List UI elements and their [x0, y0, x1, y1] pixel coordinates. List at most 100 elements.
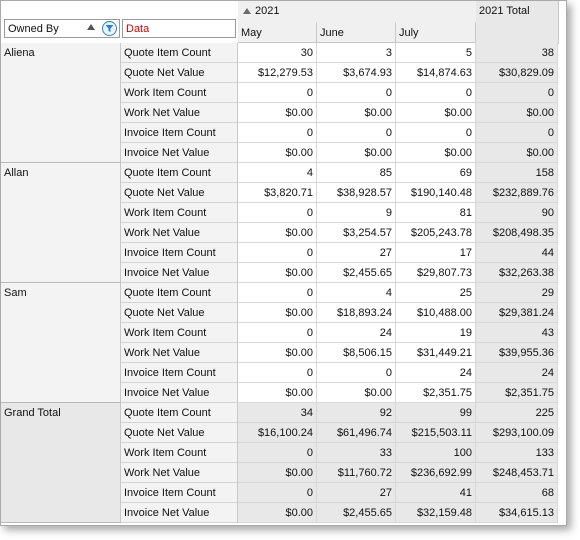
value-cell[interactable]: $0.00	[396, 103, 476, 123]
value-cell[interactable]: $29,807.73	[396, 263, 476, 283]
total-cell[interactable]: 44	[476, 243, 558, 263]
value-cell[interactable]: $2,455.65	[317, 263, 396, 283]
month-header-july[interactable]: July	[396, 22, 476, 43]
value-cell[interactable]: 0	[317, 123, 396, 143]
value-cell[interactable]: 0	[238, 123, 317, 143]
value-cell[interactable]: 92	[317, 403, 396, 423]
value-cell[interactable]: 0	[238, 83, 317, 103]
owner-row-header[interactable]: Sam	[1, 283, 121, 403]
value-cell[interactable]: 0	[238, 363, 317, 383]
value-cell[interactable]: $0.00	[317, 143, 396, 163]
value-cell[interactable]: $0.00	[238, 263, 317, 283]
value-cell[interactable]: 3	[317, 43, 396, 63]
total-cell[interactable]: $34,615.13	[476, 503, 558, 523]
value-cell[interactable]: $2,351.75	[396, 383, 476, 403]
total-cell[interactable]: $32,263.38	[476, 263, 558, 283]
total-cell[interactable]: 29	[476, 283, 558, 303]
value-cell[interactable]: 0	[238, 203, 317, 223]
owner-row-header[interactable]: Allan	[1, 163, 121, 283]
value-cell[interactable]: $11,760.72	[317, 463, 396, 483]
value-cell[interactable]: $0.00	[238, 343, 317, 363]
value-cell[interactable]: 85	[317, 163, 396, 183]
value-cell[interactable]: $0.00	[238, 303, 317, 323]
value-cell[interactable]: $0.00	[317, 383, 396, 403]
value-cell[interactable]: $10,488.00	[396, 303, 476, 323]
value-cell[interactable]: 0	[238, 483, 317, 503]
value-cell[interactable]: $236,692.99	[396, 463, 476, 483]
value-cell[interactable]: 81	[396, 203, 476, 223]
value-cell[interactable]: 5	[396, 43, 476, 63]
owned-by-field-header[interactable]: Owned By	[4, 19, 120, 38]
value-cell[interactable]: $3,254.57	[317, 223, 396, 243]
value-cell[interactable]: $16,100.24	[238, 423, 317, 443]
collapse-triangle-icon[interactable]	[243, 8, 251, 14]
value-cell[interactable]: 0	[238, 323, 317, 343]
total-cell[interactable]: 90	[476, 203, 558, 223]
total-cell[interactable]: 225	[476, 403, 558, 423]
value-cell[interactable]: 25	[396, 283, 476, 303]
total-cell[interactable]: $232,889.76	[476, 183, 558, 203]
value-cell[interactable]: 33	[317, 443, 396, 463]
value-cell[interactable]: 4	[317, 283, 396, 303]
value-cell[interactable]: 0	[238, 283, 317, 303]
owner-row-header[interactable]: Aliena	[1, 43, 121, 163]
filter-icon[interactable]	[102, 21, 117, 36]
total-cell[interactable]: $2,351.75	[476, 383, 558, 403]
month-header-may[interactable]: May	[238, 22, 317, 43]
value-cell[interactable]: 0	[317, 83, 396, 103]
value-cell[interactable]: $38,928.57	[317, 183, 396, 203]
value-cell[interactable]: $0.00	[238, 503, 317, 523]
total-cell[interactable]: $293,100.09	[476, 423, 558, 443]
value-cell[interactable]: 4	[238, 163, 317, 183]
value-cell[interactable]: 9	[317, 203, 396, 223]
value-cell[interactable]: $0.00	[238, 143, 317, 163]
value-cell[interactable]: 24	[396, 363, 476, 383]
value-cell[interactable]: $0.00	[317, 103, 396, 123]
value-cell[interactable]: 30	[238, 43, 317, 63]
value-cell[interactable]: 27	[317, 243, 396, 263]
total-cell[interactable]: 133	[476, 443, 558, 463]
total-cell[interactable]: 43	[476, 323, 558, 343]
total-cell[interactable]: $248,453.71	[476, 463, 558, 483]
value-cell[interactable]: 27	[317, 483, 396, 503]
total-cell[interactable]: 0	[476, 83, 558, 103]
year-column-header[interactable]: 2021	[238, 1, 477, 23]
value-cell[interactable]: $32,159.48	[396, 503, 476, 523]
value-cell[interactable]: 0	[317, 363, 396, 383]
total-cell[interactable]: 68	[476, 483, 558, 503]
value-cell[interactable]: $3,674.93	[317, 63, 396, 83]
value-cell[interactable]: $215,503.11	[396, 423, 476, 443]
total-cell[interactable]: 24	[476, 363, 558, 383]
value-cell[interactable]: 99	[396, 403, 476, 423]
value-cell[interactable]: $3,820.71	[238, 183, 317, 203]
value-cell[interactable]: 0	[396, 83, 476, 103]
total-cell[interactable]: $39,955.36	[476, 343, 558, 363]
data-field-header[interactable]: Data	[122, 19, 236, 38]
month-header-june[interactable]: June	[317, 22, 396, 43]
value-cell[interactable]: $2,455.65	[317, 503, 396, 523]
value-cell[interactable]: 41	[396, 483, 476, 503]
value-cell[interactable]: $61,496.74	[317, 423, 396, 443]
total-cell[interactable]: $30,829.09	[476, 63, 558, 83]
value-cell[interactable]: 0	[238, 443, 317, 463]
value-cell[interactable]: $0.00	[238, 223, 317, 243]
total-cell[interactable]: $0.00	[476, 103, 558, 123]
value-cell[interactable]: $14,874.63	[396, 63, 476, 83]
sort-ascending-icon[interactable]	[87, 24, 95, 30]
total-cell[interactable]: 158	[476, 163, 558, 183]
value-cell[interactable]: $0.00	[396, 143, 476, 163]
value-cell[interactable]: $0.00	[238, 383, 317, 403]
value-cell[interactable]: 34	[238, 403, 317, 423]
value-cell[interactable]: $31,449.21	[396, 343, 476, 363]
value-cell[interactable]: 24	[317, 323, 396, 343]
total-cell[interactable]: $208,498.35	[476, 223, 558, 243]
value-cell[interactable]: 0	[396, 123, 476, 143]
grand-total-row-header[interactable]: Grand Total	[1, 403, 121, 523]
value-cell[interactable]: 69	[396, 163, 476, 183]
value-cell[interactable]: $8,506.15	[317, 343, 396, 363]
value-cell[interactable]: $12,279.53	[238, 63, 317, 83]
value-cell[interactable]: $18,893.24	[317, 303, 396, 323]
total-cell[interactable]: 0	[476, 123, 558, 143]
value-cell[interactable]: 19	[396, 323, 476, 343]
total-cell[interactable]: 38	[476, 43, 558, 63]
